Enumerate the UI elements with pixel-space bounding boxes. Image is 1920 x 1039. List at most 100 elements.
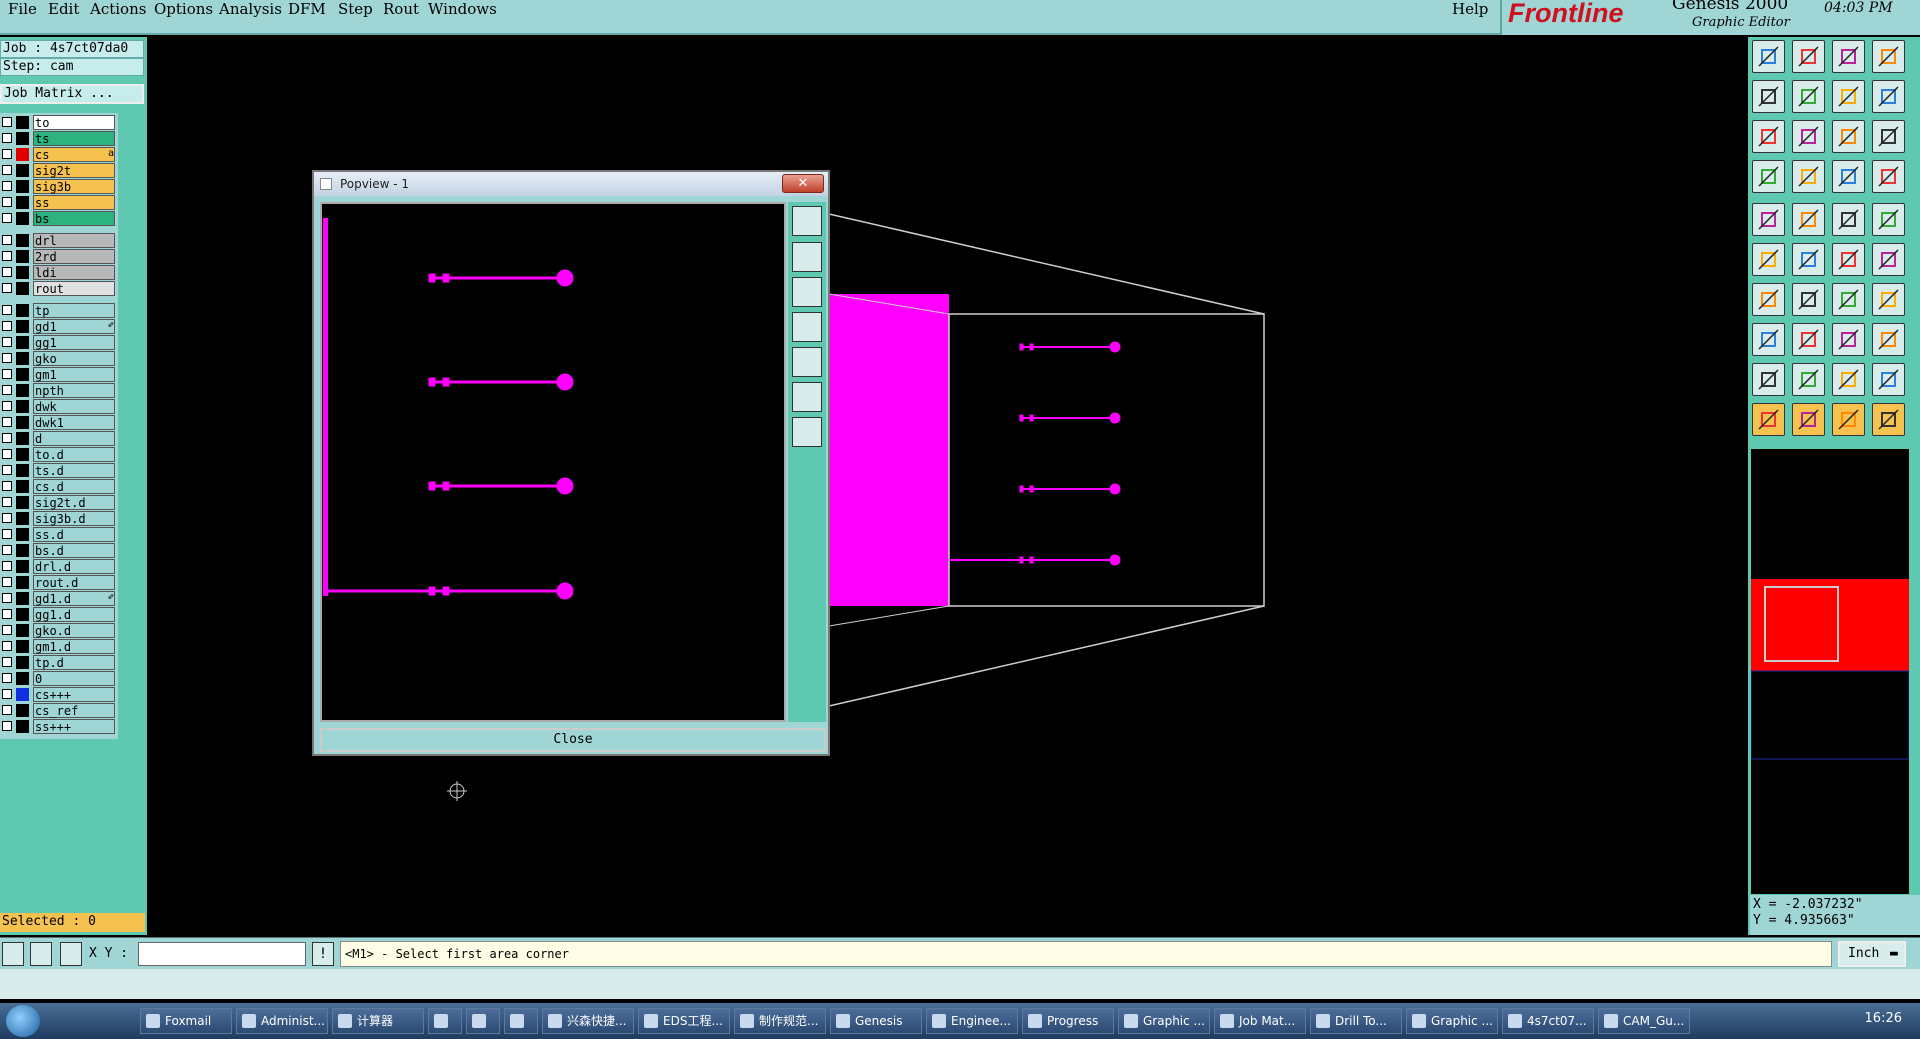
layer-row-gd1[interactable]: gd1 ✐ [0,319,118,334]
layer-row-sig3b[interactable]: sig3b [0,179,118,194]
layer-name[interactable]: sig2t [33,163,115,178]
layer-checkbox[interactable] [2,165,12,175]
undo-icon[interactable] [1832,283,1865,316]
layer-name[interactable]: rout.d [33,575,115,590]
layer-checkbox[interactable] [2,449,12,459]
layer-row-drl.d[interactable]: drl.d [0,559,118,574]
layer-name[interactable]: d [33,431,115,446]
pan-left-icon[interactable] [1752,80,1785,113]
layer-row-ts.d[interactable]: ts.d [0,463,118,478]
layer-name[interactable]: gd1.d [33,591,115,606]
popview-canvas[interactable] [320,202,786,722]
layer-name[interactable]: dwk [33,399,115,414]
taskbar-item[interactable]: Administ... [236,1008,328,1034]
layer-name[interactable]: gm1 [33,367,115,382]
mirror-icon[interactable] [1872,283,1905,316]
taskbar-item[interactable]: Progress [1022,1008,1114,1034]
layer-name[interactable]: sig2t.d [33,495,115,510]
layer-row-to[interactable]: to [0,115,118,130]
pan-right-icon[interactable] [792,347,822,377]
rout-icon[interactable] [1832,160,1865,193]
layer-row-cs_ref[interactable]: cs_ref [0,703,118,718]
zoom-fit-icon[interactable] [792,206,822,236]
scale-icon[interactable] [1832,120,1865,153]
layer-row-bs.d[interactable]: bs.d [0,543,118,558]
pointer-icon[interactable] [1752,403,1785,436]
layer-checkbox[interactable] [2,689,12,699]
units-selector[interactable]: Inch ▬ [1838,941,1906,967]
layer-checkbox[interactable] [2,465,12,475]
layer-name[interactable]: gko.d [33,623,115,638]
layer-name[interactable]: tp [33,303,115,318]
window-icon[interactable] [1872,40,1905,73]
layer-name[interactable]: ss [33,195,115,210]
taskbar-item[interactable]: Enginee... [926,1008,1018,1034]
taskbar-item[interactable]: 兴森快捷... [542,1008,634,1034]
layer-row-sig2t[interactable]: sig2t [0,163,118,178]
pan-left-icon[interactable] [792,312,822,342]
layer-name[interactable]: to [33,115,115,130]
measure-icon[interactable] [1832,323,1865,356]
layer-row-ldi[interactable]: ldi [0,265,118,280]
triangle-c-icon[interactable] [1832,363,1865,396]
menu-file[interactable]: File [8,0,37,18]
layer-checkbox[interactable] [2,149,12,159]
layer-name[interactable]: cs.d [33,479,115,494]
layer-checkbox[interactable] [2,673,12,683]
layer-name[interactable]: gg1 [33,335,115,350]
taskbar-item[interactable]: 4s7ct07... [1502,1008,1594,1034]
triangle-b-icon[interactable] [1792,363,1825,396]
triangle-d-icon[interactable] [1872,363,1905,396]
layer-checkbox[interactable] [2,609,12,619]
layer-checkbox[interactable] [2,213,12,223]
layer-row-cs.d[interactable]: cs.d [0,479,118,494]
layer-row-npth[interactable]: npth [0,383,118,398]
layer-checkbox[interactable] [2,497,12,507]
layer-checkbox[interactable] [2,561,12,571]
measure-icon[interactable] [30,942,52,966]
layer-checkbox[interactable] [2,401,12,411]
layer-name[interactable]: bs.d [33,543,115,558]
taskbar-item[interactable]: Genesis [830,1008,922,1034]
layer-name[interactable]: gm1.d [33,639,115,654]
start-button-icon[interactable] [6,1005,40,1037]
layer-checkbox[interactable] [2,337,12,347]
layer-name[interactable]: drl.d [33,559,115,574]
center-icon[interactable] [1792,120,1825,153]
layer-name[interactable]: dwk1 [33,415,115,430]
layer-row-to.d[interactable]: to.d [0,447,118,462]
layer-name[interactable]: rout [33,281,115,296]
pad-icon[interactable] [1872,203,1905,236]
layer-row-gm1.d[interactable]: gm1.d [0,639,118,654]
menu-actions[interactable]: Actions [90,0,146,18]
layer-row-tp[interactable]: tp [0,303,118,318]
layer-name[interactable]: 0 [33,671,115,686]
pan-up-icon[interactable] [792,242,822,272]
layer-row-cs[interactable]: cs a [0,147,118,162]
layer-name[interactable]: 2rd [33,249,115,264]
layer-checkbox[interactable] [2,433,12,443]
node-icon[interactable] [1752,243,1785,276]
layer-row-sig3b.d[interactable]: sig3b.d [0,511,118,526]
minus-icon[interactable] [1792,323,1825,356]
layer-row-gg1.d[interactable]: gg1.d [0,607,118,622]
layer-checkbox[interactable] [2,481,12,491]
menu-dfm[interactable]: DFM [288,0,326,18]
layer-row-gm1[interactable]: gm1 [0,367,118,382]
menu-edit[interactable]: Edit [48,0,79,18]
layer-name[interactable]: ss.d [33,527,115,542]
layer-row-d[interactable]: d [0,431,118,446]
line-icon[interactable] [1752,283,1785,316]
load-icon[interactable] [1752,40,1785,73]
layer-checkbox[interactable] [2,197,12,207]
edit-icon[interactable] [1872,243,1905,276]
taskbar-item[interactable]: 制作规范... [734,1008,826,1034]
vector-icon[interactable] [1792,203,1825,236]
pan-right-icon[interactable] [1792,80,1825,113]
xy-input[interactable] [138,942,306,966]
layer-name[interactable]: drl [33,233,115,248]
zoom-in-icon[interactable] [792,382,822,412]
menu-windows[interactable]: Windows [428,0,497,18]
layer-checkbox[interactable] [2,117,12,127]
layer-checkbox[interactable] [2,705,12,715]
